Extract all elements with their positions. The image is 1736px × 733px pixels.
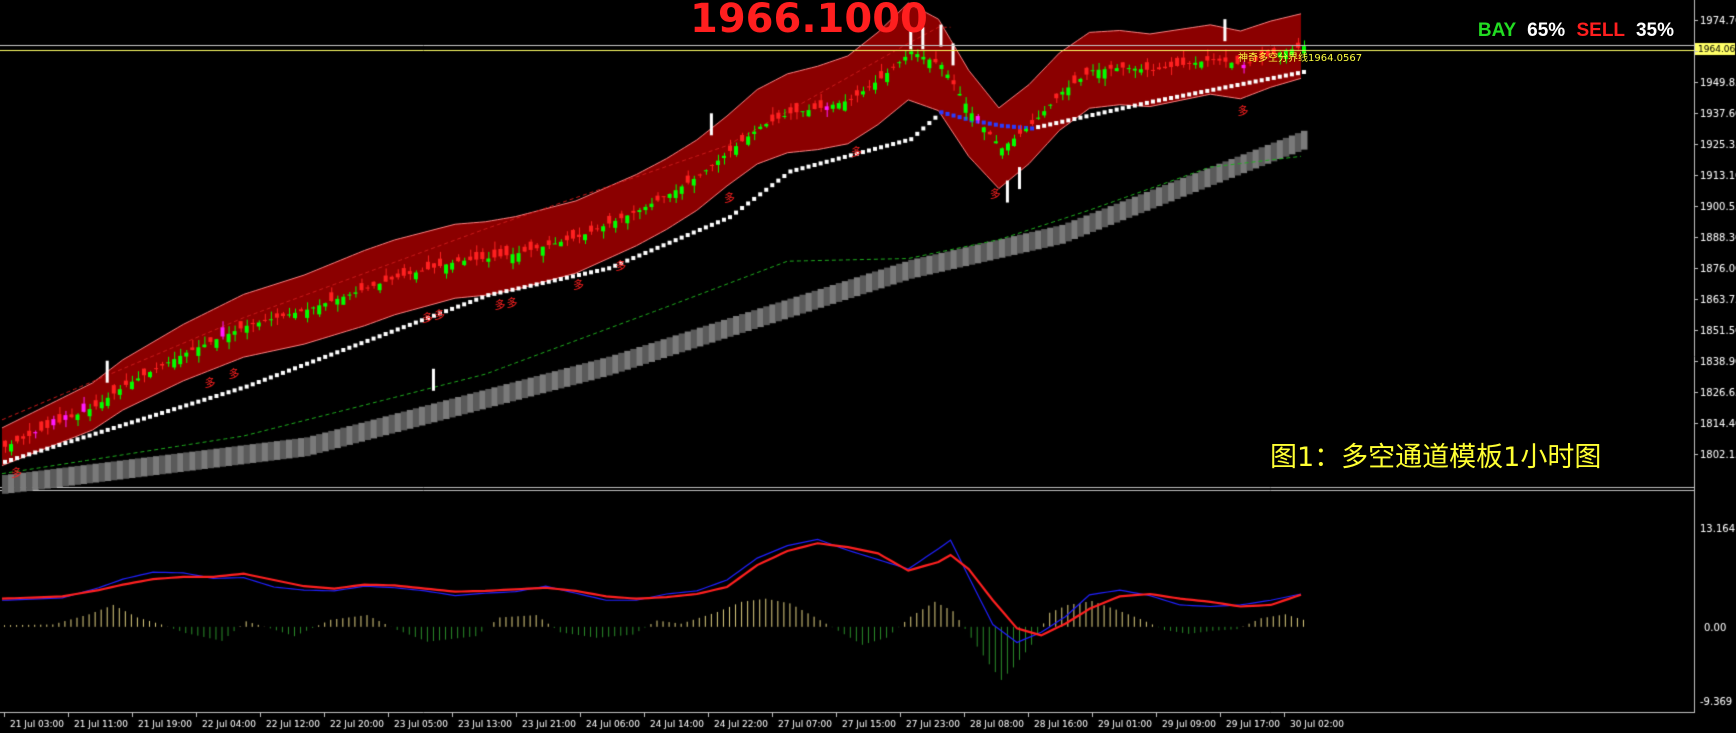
bay-percent: 65% [1527, 20, 1566, 41]
bay-label: BAY [1477, 20, 1516, 41]
market-sentiment: BAY 65% SELL 35% [1472, 20, 1674, 42]
sell-label: SELL [1576, 20, 1625, 41]
price-chart-canvas [0, 0, 1736, 733]
current-price-display: 1966.1000 [690, 0, 928, 42]
sell-percent: 35% [1635, 20, 1674, 41]
figure-caption: 图1：多空通道模板1小时图 [1270, 442, 1602, 473]
divider-line-label: 神奇多空分界线1964.0567 [1238, 53, 1363, 64]
